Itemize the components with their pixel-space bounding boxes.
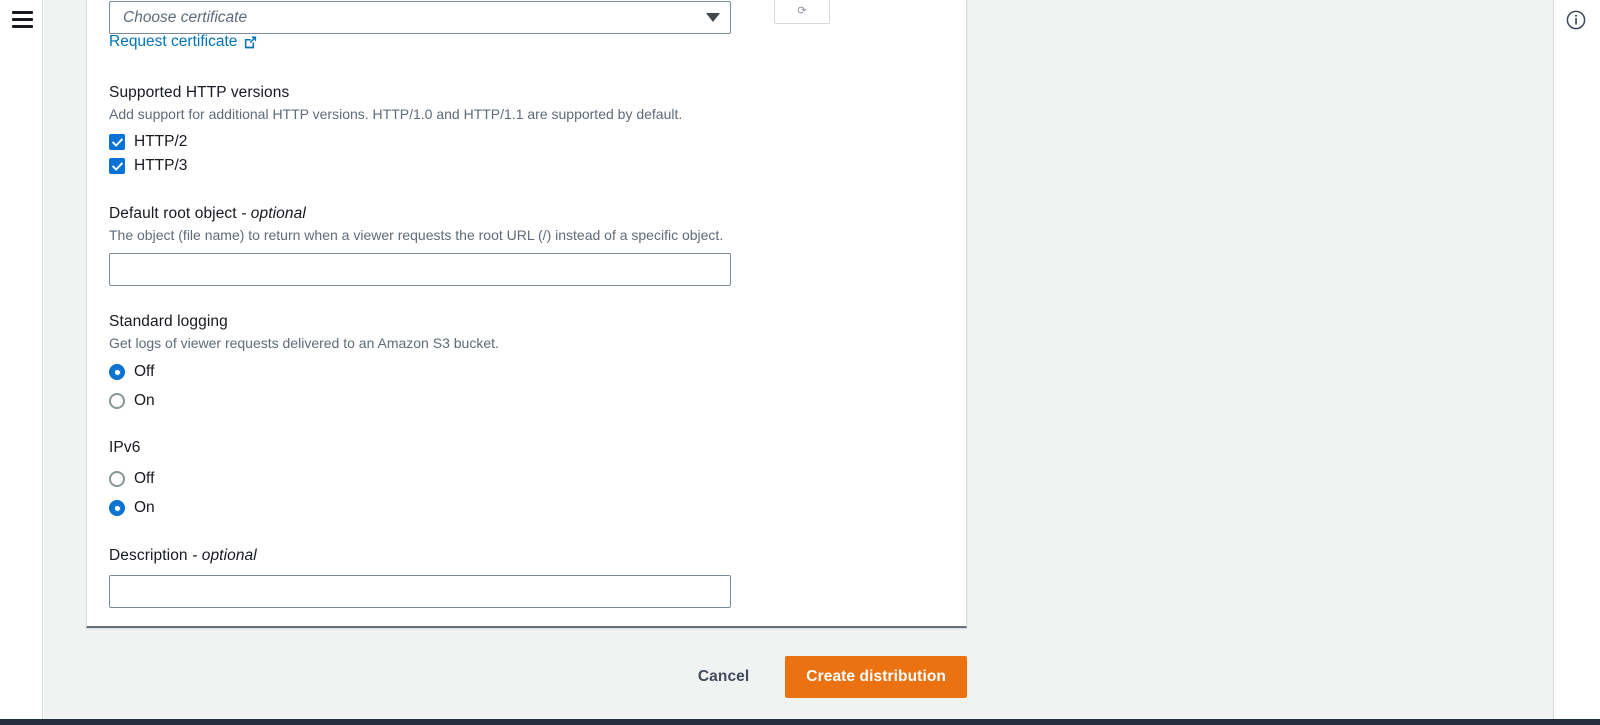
aws-console-create-distribution-page: Choose certificate ⟳ Request certificate: [0, 0, 1600, 725]
radio-ipv6-on-label: On: [134, 499, 155, 516]
radio-selected-icon: [109, 500, 125, 516]
help-panel: [1553, 0, 1600, 725]
default-root-object-input[interactable]: [109, 253, 731, 286]
bottom-bar: [0, 719, 1600, 725]
checkbox-checked-icon: [109, 134, 125, 150]
optional-suffix: - optional: [241, 205, 306, 222]
radio-unselected-icon: [109, 471, 125, 487]
radio-unselected-icon: [109, 393, 125, 409]
standard-logging-label: Standard logging: [109, 313, 228, 330]
request-certificate-link[interactable]: Request certificate: [109, 33, 237, 51]
description-input[interactable]: [109, 575, 731, 608]
standard-logging-section: Standard logging Get logs of viewer requ…: [109, 313, 945, 413]
standard-logging-description: Get logs of viewer requests delivered to…: [109, 335, 499, 351]
form-footer-actions: Cancel Create distribution: [44, 632, 1553, 722]
checkbox-http2[interactable]: HTTP/2: [109, 130, 945, 154]
checkbox-http3[interactable]: HTTP/3: [109, 154, 945, 178]
checkbox-http2-label: HTTP/2: [134, 133, 188, 150]
refresh-icon: ⟳: [797, 5, 807, 17]
hamburger-menu-icon[interactable]: [12, 11, 33, 28]
description-label: Description - optional: [109, 547, 945, 565]
hamburger-bar: [12, 18, 33, 21]
left-nav-rail: [0, 0, 43, 725]
http-versions-description: Add support for additional HTTP versions…: [109, 106, 683, 122]
request-certificate-row: Request certificate: [109, 33, 258, 51]
optional-suffix: - optional: [192, 547, 257, 564]
create-distribution-button[interactable]: Create distribution: [785, 656, 967, 698]
external-link-icon: [243, 35, 258, 50]
default-root-object-description: The object (file name) to return when a …: [109, 227, 724, 243]
certificate-select-value: Choose certificate: [123, 8, 248, 26]
radio-selected-icon: [109, 364, 125, 380]
radio-ipv6-off[interactable]: Off: [109, 467, 945, 491]
default-root-object-label-text: Default root object: [109, 205, 237, 222]
main-content-region: Choose certificate ⟳ Request certificate: [44, 0, 1553, 725]
certificate-select[interactable]: Choose certificate: [109, 1, 731, 34]
http-versions-label: Supported HTTP versions: [109, 84, 290, 101]
description-label-text: Description: [109, 547, 188, 564]
ipv6-label: IPv6: [109, 439, 141, 456]
radio-ipv6-on[interactable]: On: [109, 496, 945, 520]
hamburger-bar: [12, 11, 33, 14]
refresh-certificates-button[interactable]: ⟳: [774, 0, 830, 24]
checkbox-http3-label: HTTP/3: [134, 157, 188, 174]
ipv6-section: IPv6 Off On: [109, 439, 945, 520]
hamburger-bar: [12, 25, 33, 28]
chevron-down-icon: [706, 13, 720, 22]
default-root-object-label: Default root object - optional: [109, 205, 945, 223]
http-versions-section: Supported HTTP versions Add support for …: [109, 84, 945, 178]
description-section: Description - optional: [109, 547, 945, 608]
distribution-settings-card: Choose certificate ⟳ Request certificate: [86, 0, 967, 628]
cancel-button[interactable]: Cancel: [686, 660, 761, 694]
checkbox-checked-icon: [109, 158, 125, 174]
info-circle-icon[interactable]: [1565, 9, 1587, 31]
default-root-object-section: Default root object - optional The objec…: [109, 205, 945, 286]
radio-standard-logging-off[interactable]: Off: [109, 360, 945, 384]
radio-standard-logging-on-label: On: [134, 392, 155, 409]
radio-standard-logging-on[interactable]: On: [109, 389, 945, 413]
radio-standard-logging-off-label: Off: [134, 363, 155, 380]
radio-ipv6-off-label: Off: [134, 470, 155, 487]
